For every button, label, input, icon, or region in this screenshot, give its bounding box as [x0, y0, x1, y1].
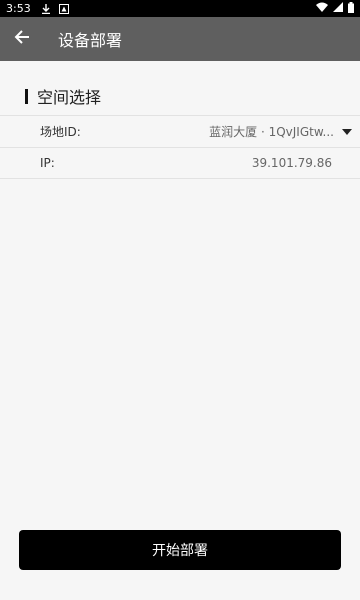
section-accent-bar [25, 88, 28, 104]
main-content: 空间选择 场地ID: 蓝润大厦 · 1QvJIGtw... IP: 39.101… [0, 61, 360, 600]
site-id-label: 场地ID: [40, 125, 81, 139]
download-icon [41, 3, 51, 14]
ip-value: 39.101.79.86 [251, 156, 332, 170]
signal-icon [333, 2, 343, 15]
status-bar: 3:53 [0, 0, 360, 17]
page-title: 设备部署 [58, 31, 123, 50]
notification-icon [58, 3, 69, 14]
app-bar: 设备部署 [0, 17, 360, 61]
status-right-icons [316, 1, 354, 16]
site-id-value[interactable]: 蓝润大厦 · 1QvJIGtw... [209, 123, 334, 140]
back-button[interactable] [0, 17, 44, 61]
ip-row: IP: 39.101.79.86 [0, 147, 360, 179]
ip-label: IP: [40, 156, 55, 170]
battery-icon [348, 1, 354, 16]
section-title: 空间选择 [37, 88, 102, 107]
wifi-icon [316, 2, 328, 15]
site-id-row[interactable]: 场地ID: 蓝润大厦 · 1QvJIGtw... [0, 115, 360, 147]
chevron-down-icon[interactable] [342, 128, 352, 135]
status-time: 3:53 [6, 2, 31, 15]
start-deploy-button[interactable]: 开始部署 [19, 530, 341, 570]
section-header: 空间选择 [0, 76, 360, 116]
back-arrow-icon [14, 29, 30, 49]
